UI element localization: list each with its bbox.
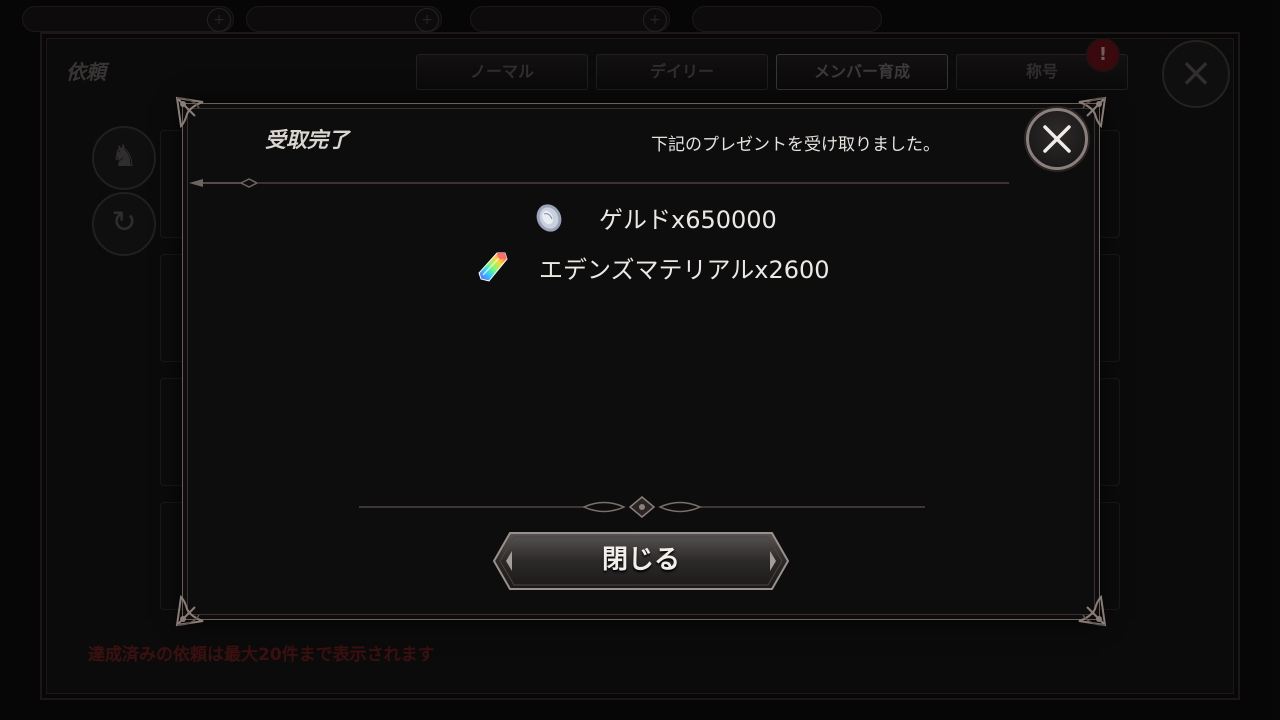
ornament-divider [359, 496, 925, 518]
game-screen: + + + 依頼 ノーマル デイリー メンバー育成 称号 ! × ♞ ↻ 達成済… [0, 0, 1280, 720]
reward-row: エデンズマテリアルx2600 [475, 249, 830, 285]
dialog-close-icon[interactable] [1026, 108, 1088, 170]
dialog-subtitle: 下記のプレゼントを受け取りました。 [651, 135, 940, 155]
reward-row: ゲルドx650000 [533, 200, 777, 235]
ornament-corner-icon [173, 577, 225, 629]
ornament-corner-icon [1057, 577, 1109, 629]
reward-label: ゲルドx650000 [599, 206, 777, 234]
close-button[interactable]: 閉じる [492, 531, 790, 591]
ornament-corner-icon [173, 94, 225, 146]
reward-received-dialog: 受取完了 下記のプレゼントを受け取りました。 ゲルドx650000 エデンズマテ… [175, 96, 1107, 627]
dialog-title: 受取完了 [265, 127, 349, 152]
reward-label: エデンズマテリアルx2600 [539, 255, 830, 284]
close-button-label: 閉じる [601, 545, 680, 575]
title-divider [189, 178, 1009, 188]
rainbow-crystal-icon [478, 252, 508, 282]
silver-coin-icon [536, 203, 562, 232]
